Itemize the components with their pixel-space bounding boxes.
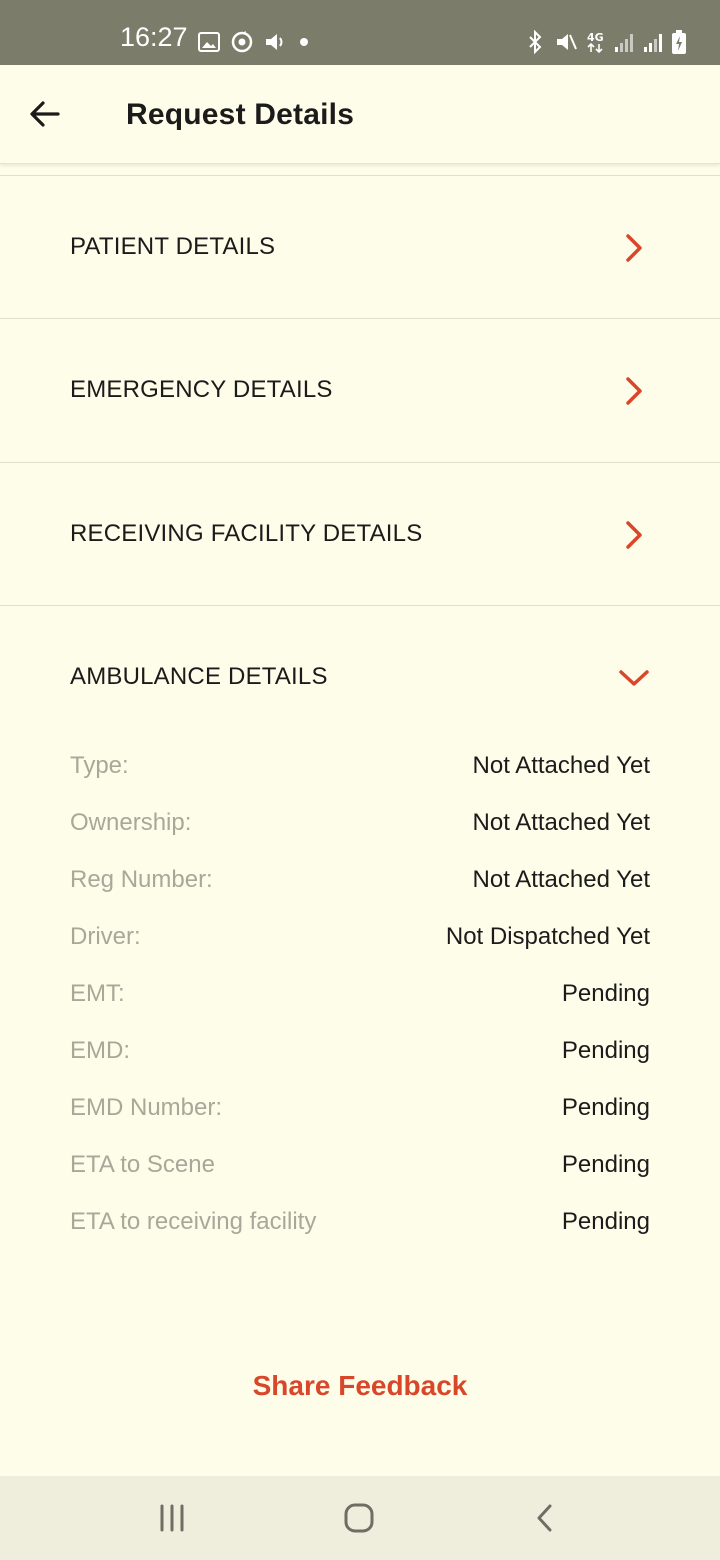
detail-value: Not Attached Yet [472, 866, 650, 893]
detail-value: Not Attached Yet [472, 809, 650, 836]
chevron-down-icon [619, 670, 649, 686]
back-nav-button[interactable] [522, 1494, 570, 1542]
divider [0, 175, 720, 176]
section-ambulance-details[interactable]: AMBULANCE DETAILS [0, 618, 720, 718]
detail-label: Ownership: [70, 809, 192, 836]
sync-icon [230, 30, 254, 54]
chevron-right-icon [626, 234, 642, 262]
detail-value: Pending [561, 1151, 650, 1178]
section-receiving-facility-details[interactable]: RECEIVING FACILITY DETAILS [0, 475, 720, 605]
detail-row-emd-number: EMD Number: Pending [70, 1094, 650, 1126]
detail-value: Pending [561, 1037, 650, 1064]
detail-row-emt: EMT: Pending [70, 980, 650, 1012]
detail-label: EMD: [70, 1037, 130, 1064]
battery-charging-icon [672, 30, 686, 54]
chevron-right-icon [626, 377, 642, 405]
mute-icon [554, 30, 578, 54]
detail-row-emd: EMD: Pending [70, 1037, 650, 1069]
back-button[interactable] [26, 95, 64, 133]
recent-apps-icon [160, 1504, 184, 1532]
arrow-left-icon [30, 101, 60, 127]
detail-value: Pending [561, 1208, 650, 1235]
detail-label: Driver: [70, 923, 141, 950]
detail-row-type: Type: Not Attached Yet [70, 752, 650, 784]
share-feedback-button[interactable]: Share Feedback [0, 1370, 720, 1402]
back-nav-icon [537, 1504, 552, 1532]
divider [0, 605, 720, 606]
detail-value: Pending [561, 1094, 650, 1121]
detail-label: Reg Number: [70, 866, 213, 893]
section-title: AMBULANCE DETAILS [70, 663, 328, 690]
section-title: PATIENT DETAILS [70, 233, 276, 260]
bluetooth-icon [525, 30, 545, 54]
detail-value: Not Attached Yet [472, 752, 650, 779]
detail-label: EMT: [70, 980, 125, 1007]
detail-row-driver: Driver: Not Dispatched Yet [70, 923, 650, 955]
4g-icon: 4G [587, 30, 605, 54]
dot-icon [298, 36, 310, 48]
home-button[interactable] [335, 1494, 383, 1542]
divider [0, 462, 720, 463]
detail-row-reg-number: Reg Number: Not Attached Yet [70, 866, 650, 898]
volume-icon [264, 31, 288, 53]
system-nav-bar [0, 1476, 720, 1560]
section-emergency-details[interactable]: EMERGENCY DETAILS [0, 331, 720, 461]
detail-label: Type: [70, 752, 129, 779]
detail-label: EMD Number: [70, 1094, 223, 1121]
section-patient-details[interactable]: PATIENT DETAILS [0, 188, 720, 318]
section-title: EMERGENCY DETAILS [70, 376, 333, 403]
status-right-icons: 4G [525, 29, 686, 55]
svg-text:4G: 4G [587, 31, 604, 44]
divider [0, 318, 720, 319]
home-icon [344, 1503, 374, 1533]
signal-icon [643, 31, 663, 53]
page-title: Request Details [126, 98, 355, 131]
detail-label: ETA to receiving facility [70, 1208, 317, 1235]
detail-label: ETA to Scene [70, 1151, 215, 1178]
app-bar: Request Details [0, 65, 720, 164]
detail-row-eta-facility: ETA to receiving facility Pending [70, 1208, 650, 1240]
detail-row-eta-scene: ETA to Scene Pending [70, 1151, 650, 1183]
image-icon [198, 31, 220, 53]
signal-icon [614, 31, 634, 53]
section-title: RECEIVING FACILITY DETAILS [70, 520, 423, 547]
detail-value: Not Dispatched Yet [445, 923, 650, 950]
detail-value: Pending [561, 980, 650, 1007]
status-left-icons [198, 29, 310, 55]
recent-apps-button[interactable] [148, 1494, 196, 1542]
detail-row-ownership: Ownership: Not Attached Yet [70, 809, 650, 841]
status-time: 16:27 [120, 22, 188, 52]
status-bar: 16:27 4G [0, 0, 720, 65]
chevron-right-icon [626, 521, 642, 549]
